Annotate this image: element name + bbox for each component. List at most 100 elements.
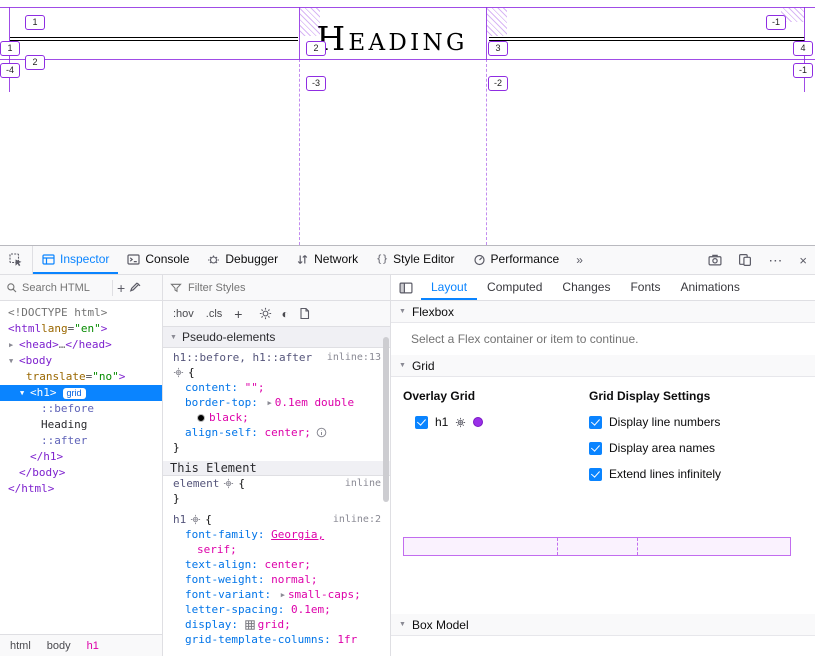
selector-highlighter-icon[interactable] [190, 514, 201, 525]
sidebar-tabs: Layout Computed Changes Fonts Animations [391, 275, 815, 301]
display-line-numbers-checkbox[interactable] [589, 416, 602, 429]
declaration-font-weight[interactable]: font-weight: normal; [163, 572, 390, 587]
tab-changes[interactable]: Changes [552, 275, 620, 300]
declaration-font-family[interactable]: font-family: Georgia, [163, 527, 390, 542]
responsive-design-mode-button[interactable] [730, 246, 760, 274]
three-pane-toggle-button[interactable] [391, 275, 421, 300]
screenshot-button[interactable] [700, 246, 730, 274]
rule-source-link[interactable]: inline:13 [327, 352, 381, 363]
declaration-border-top[interactable]: border-top: ▶0.1em double [163, 395, 390, 410]
grid-line-number-badge: -3 [306, 76, 326, 91]
print-simulation-button[interactable] [298, 307, 311, 320]
light-mode-simulation-button[interactable] [259, 307, 272, 320]
markup-toolbar: + [0, 275, 162, 301]
selector-highlighter-icon[interactable] [223, 478, 234, 489]
declaration-letter-spacing[interactable]: letter-spacing: 0.1em; [163, 602, 390, 617]
declaration-font-variant[interactable]: font-variant: ▶small-caps; [163, 587, 390, 602]
firefox-devtools-window: Heading 1 -1 1 2 3 4 2 -4 -3 -2 -1 [0, 0, 815, 656]
rule-source-link[interactable]: inline:2 [333, 514, 381, 525]
tab-performance[interactable]: Performance [464, 246, 569, 274]
collapse-twisty-icon[interactable]: ▼ [9, 353, 19, 369]
grid-toggle-icon[interactable] [245, 620, 255, 630]
selector-highlighter-icon[interactable] [173, 367, 184, 378]
tab-style-editor[interactable]: {} Style Editor [367, 246, 463, 274]
declaration-display[interactable]: display: grid; [163, 617, 390, 632]
declaration-text-align[interactable]: text-align: center; [163, 557, 390, 572]
declaration-align-self[interactable]: align-self: center; [163, 425, 390, 440]
add-rule-button[interactable]: + [231, 304, 245, 324]
rules-scrollbar-thumb[interactable] [383, 337, 389, 502]
settings-menu-button[interactable]: ⋯ [760, 246, 791, 274]
search-html-input[interactable] [22, 282, 108, 294]
pseudo-class-panel-toggle[interactable]: :hov [170, 306, 197, 322]
node-body-open[interactable]: ▼<body [0, 353, 162, 369]
declaration-border-top-color[interactable]: black; [163, 410, 390, 425]
extend-lines-infinitely-checkbox[interactable] [589, 468, 602, 481]
tab-fonts[interactable]: Fonts [620, 275, 670, 300]
info-icon[interactable] [316, 427, 327, 438]
dark-mode-simulation-button[interactable]: ◐ [278, 305, 291, 323]
contrast-icon: ◐ [281, 307, 288, 321]
overlay-grid-checkbox[interactable] [415, 416, 428, 429]
tab-computed[interactable]: Computed [477, 275, 552, 300]
setting-extend-lines-infinitely: Extend lines infinitely [589, 467, 803, 481]
breadcrumb-item-body[interactable]: body [47, 640, 71, 652]
pick-element-button[interactable] [0, 246, 33, 274]
expand-shorthand-icon[interactable]: ▶ [267, 399, 271, 407]
grid-outline-preview[interactable] [403, 537, 791, 556]
expand-shorthand-icon[interactable]: ▶ [281, 591, 285, 599]
rule-element-selector[interactable]: element { inline [163, 476, 390, 491]
grid-section-header[interactable]: ▼ Grid [391, 355, 815, 377]
node-body-attr[interactable]: translate="no"> [0, 369, 162, 385]
node-h1-close[interactable]: </h1> [0, 449, 162, 465]
color-swatch-black[interactable] [197, 414, 205, 422]
more-tabs-button[interactable]: » [568, 246, 591, 274]
toolbar-separator [112, 280, 113, 296]
close-devtools-button[interactable]: × [791, 246, 815, 274]
tab-inspector[interactable]: Inspector [33, 246, 118, 274]
tab-console[interactable]: Console [118, 246, 198, 274]
node-h1-text[interactable]: Heading [0, 417, 162, 433]
grid-color-swatch[interactable] [473, 417, 483, 427]
rules-list: h1::before, h1::after inline:13 { conten… [163, 348, 390, 656]
declaration-grid-template-columns[interactable]: grid-template-columns: 1fr [163, 632, 390, 647]
display-area-names-checkbox[interactable] [589, 442, 602, 455]
box-model-section-header[interactable]: ▼ Box Model [391, 614, 815, 636]
node-h1-after[interactable]: ::after [0, 433, 162, 449]
eyedropper-button[interactable] [129, 281, 142, 294]
pseudo-elements-section-header[interactable]: ▼ Pseudo-elements [163, 327, 390, 348]
collapse-twisty-icon: ▼ [170, 334, 177, 341]
declaration-font-family-cont[interactable]: serif; [163, 542, 390, 557]
node-head[interactable]: ▶<head>…</head> [0, 337, 162, 353]
filter-styles-input[interactable] [188, 282, 318, 294]
tab-network[interactable]: Network [287, 246, 367, 274]
flexbox-section-header[interactable]: ▼ Flexbox [391, 301, 815, 323]
class-panel-toggle[interactable]: .cls [203, 306, 226, 322]
more-dots: ⋯ [768, 252, 783, 269]
breadcrumb-item-h1[interactable]: h1 [87, 640, 99, 652]
breadcrumb-item-html[interactable]: html [10, 640, 31, 652]
tab-debugger[interactable]: Debugger [198, 246, 287, 274]
expand-twisty-icon[interactable]: ▶ [9, 337, 19, 353]
grid-badge[interactable]: grid [63, 388, 86, 399]
add-node-button[interactable]: + [117, 280, 125, 296]
gear-icon[interactable] [455, 417, 466, 428]
rule-h1-selector[interactable]: h1 { inline:2 [163, 512, 390, 527]
tab-animations[interactable]: Animations [670, 275, 749, 300]
node-h1-selected[interactable]: ▼<h1>grid [0, 385, 162, 401]
tab-layout[interactable]: Layout [421, 275, 477, 300]
declaration-content[interactable]: content: ""; [163, 380, 390, 395]
rule-source-link[interactable]: inline [345, 478, 381, 489]
rule-selector[interactable]: h1::before, h1::after inline:13 [163, 350, 390, 365]
node-doctype[interactable]: <!DOCTYPE html> [0, 305, 162, 321]
page-viewport: Heading 1 -1 1 2 3 4 2 -4 -3 -2 -1 [0, 0, 815, 245]
rule-open-brace: { [163, 365, 390, 380]
node-html-open[interactable]: <html lang="en"> [0, 321, 162, 337]
collapse-twisty-icon[interactable]: ▼ [20, 385, 30, 401]
filter-icon [170, 282, 182, 294]
node-h1-before[interactable]: ::before [0, 401, 162, 417]
three-pane-toggle-icon [399, 281, 413, 295]
grid-line-number-badge: -1 [766, 15, 786, 30]
node-html-close[interactable]: </html> [0, 481, 162, 497]
node-body-close[interactable]: </body> [0, 465, 162, 481]
